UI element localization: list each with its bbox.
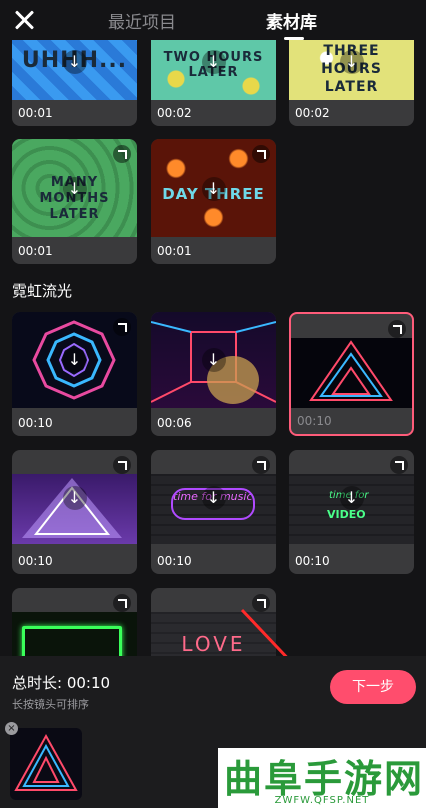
section-title-neon: 霓虹流光	[12, 282, 73, 300]
tab-material-library[interactable]: 素材库	[266, 8, 317, 33]
download-icon[interactable]: ↓	[62, 348, 87, 372]
neon-card-5[interactable]: time for music ↓ 00:10	[151, 450, 276, 574]
duration-label: 00:10	[18, 554, 53, 568]
neon-card-7[interactable]	[12, 588, 137, 660]
material-card-many-months-later[interactable]: MANY MONTHS LATER ↓ 00:01	[12, 139, 137, 264]
neon-card-8[interactable]: LOVE	[151, 588, 276, 660]
remove-selected-icon[interactable]: ×	[5, 722, 18, 735]
duration-label: 00:06	[157, 416, 192, 430]
duration-label: 00:01	[18, 244, 53, 258]
material-card-uhhh[interactable]: UHHH... ↓ 00:01	[12, 40, 137, 126]
close-icon[interactable]	[12, 8, 36, 32]
duration-label: 00:10	[18, 416, 53, 430]
next-step-button[interactable]: 下一步	[330, 670, 416, 704]
thumbnail	[12, 612, 137, 660]
duration-label: 00:02	[295, 106, 330, 120]
neon-card-3-selected[interactable]: 00:10	[289, 312, 414, 436]
expand-icon[interactable]	[390, 456, 408, 474]
neon-card-6[interactable]: time for VIDEO ↓ 00:10	[289, 450, 414, 574]
expand-icon[interactable]	[252, 145, 270, 163]
download-icon[interactable]: ↓	[62, 50, 87, 74]
neon-card-2[interactable]: ↓ 00:06	[151, 312, 276, 436]
neon-sign-love: LOVE	[181, 632, 246, 656]
download-icon[interactable]: ↓	[339, 486, 364, 510]
watermark: 曲阜手游网 ZWFW.QFSP.NET	[218, 748, 426, 808]
duration-label: 00:01	[18, 106, 53, 120]
duration-label: 00:10	[297, 414, 332, 428]
material-card-three-hours-later[interactable]: THREE HOURS LATER ↓ 00:02	[289, 40, 414, 126]
thumbnail	[291, 338, 412, 408]
total-duration-label: 总时长: 00:10	[12, 674, 111, 692]
duration-label: 00:01	[157, 244, 192, 258]
expand-icon[interactable]	[252, 456, 270, 474]
material-card-day-three[interactable]: DAY THREE ↓ 00:01	[151, 139, 276, 264]
top-bar: 最近项目 素材库	[0, 0, 426, 40]
neon-card-4[interactable]: ↓ 00:10	[12, 450, 137, 574]
download-icon[interactable]: ↓	[201, 50, 226, 74]
download-icon[interactable]: ↓	[62, 177, 87, 201]
neon-frame-art	[22, 626, 122, 660]
duration-label: 00:10	[157, 554, 192, 568]
neon-sign-video: VIDEO	[327, 508, 366, 521]
selected-clip-thumbnail[interactable]	[10, 728, 82, 800]
download-icon[interactable]: ↓	[201, 348, 226, 372]
watermark-url: ZWFW.QFSP.NET	[274, 795, 370, 806]
download-icon[interactable]: ↓	[339, 50, 364, 74]
material-card-two-hours-later[interactable]: TWO HOURS LATER ↓ 00:02	[151, 40, 276, 126]
expand-icon[interactable]	[113, 594, 131, 612]
expand-icon[interactable]	[113, 456, 131, 474]
expand-icon[interactable]	[252, 594, 270, 612]
neon-triangle-art	[14, 733, 78, 791]
neon-card-1[interactable]: ↓ 00:10	[12, 312, 137, 436]
download-icon[interactable]: ↓	[201, 486, 226, 510]
expand-icon[interactable]	[388, 320, 406, 338]
expand-icon[interactable]	[113, 318, 131, 336]
neon-triangle-art	[309, 340, 393, 401]
download-icon[interactable]: ↓	[201, 177, 226, 201]
reorder-hint: 长按镜头可排序	[12, 698, 89, 711]
material-grid[interactable]: UHHH... ↓ 00:01 TWO HOURS LATER ↓ 00:02 …	[0, 40, 426, 660]
tab-recent-projects[interactable]: 最近项目	[108, 8, 176, 33]
thumbnail: LOVE	[151, 612, 276, 660]
duration-label: 00:10	[295, 554, 330, 568]
duration-label: 00:02	[157, 106, 192, 120]
active-tab-indicator	[284, 37, 304, 40]
download-icon[interactable]: ↓	[62, 486, 87, 510]
expand-icon[interactable]	[113, 145, 131, 163]
